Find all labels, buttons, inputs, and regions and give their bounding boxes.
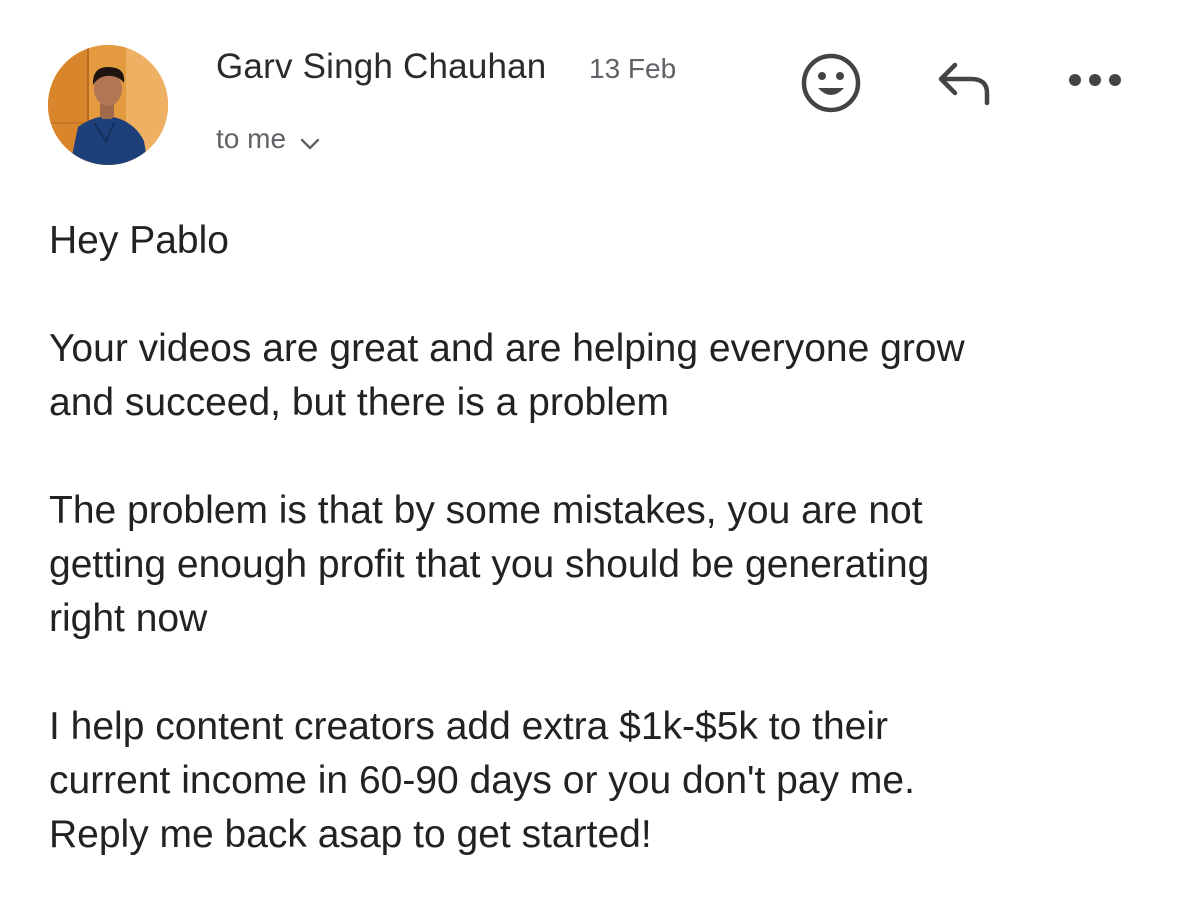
greeting: Hey Pablo [49, 219, 229, 262]
sender-avatar[interactable] [48, 45, 168, 165]
reply-button[interactable] [928, 52, 998, 112]
email-date: 13 Feb [589, 53, 677, 84]
chevron-down-icon[interactable] [300, 126, 320, 158]
email-header: Garv Singh Chauhan 13 Feb to me [0, 0, 1179, 180]
sender-name[interactable]: Garv Singh Chauhan [216, 47, 546, 87]
email-body: Hey Pablo Your videos are great and are … [49, 214, 1139, 862]
body-paragraph: I help content creators add extra $1k-$5… [49, 705, 915, 856]
recipient-toggle[interactable]: to me [216, 120, 320, 158]
body-paragraph: The problem is that by some mistakes, yo… [49, 489, 930, 640]
more-horizontal-icon [1069, 74, 1121, 86]
add-reaction-button[interactable] [796, 48, 866, 118]
smiley-icon [801, 53, 861, 113]
reply-icon [938, 62, 990, 106]
more-options-button[interactable] [1062, 60, 1128, 100]
body-paragraph: Your videos are great and are helping ev… [49, 327, 965, 424]
recipient-label: to me [216, 123, 287, 154]
avatar-photo [48, 45, 168, 165]
